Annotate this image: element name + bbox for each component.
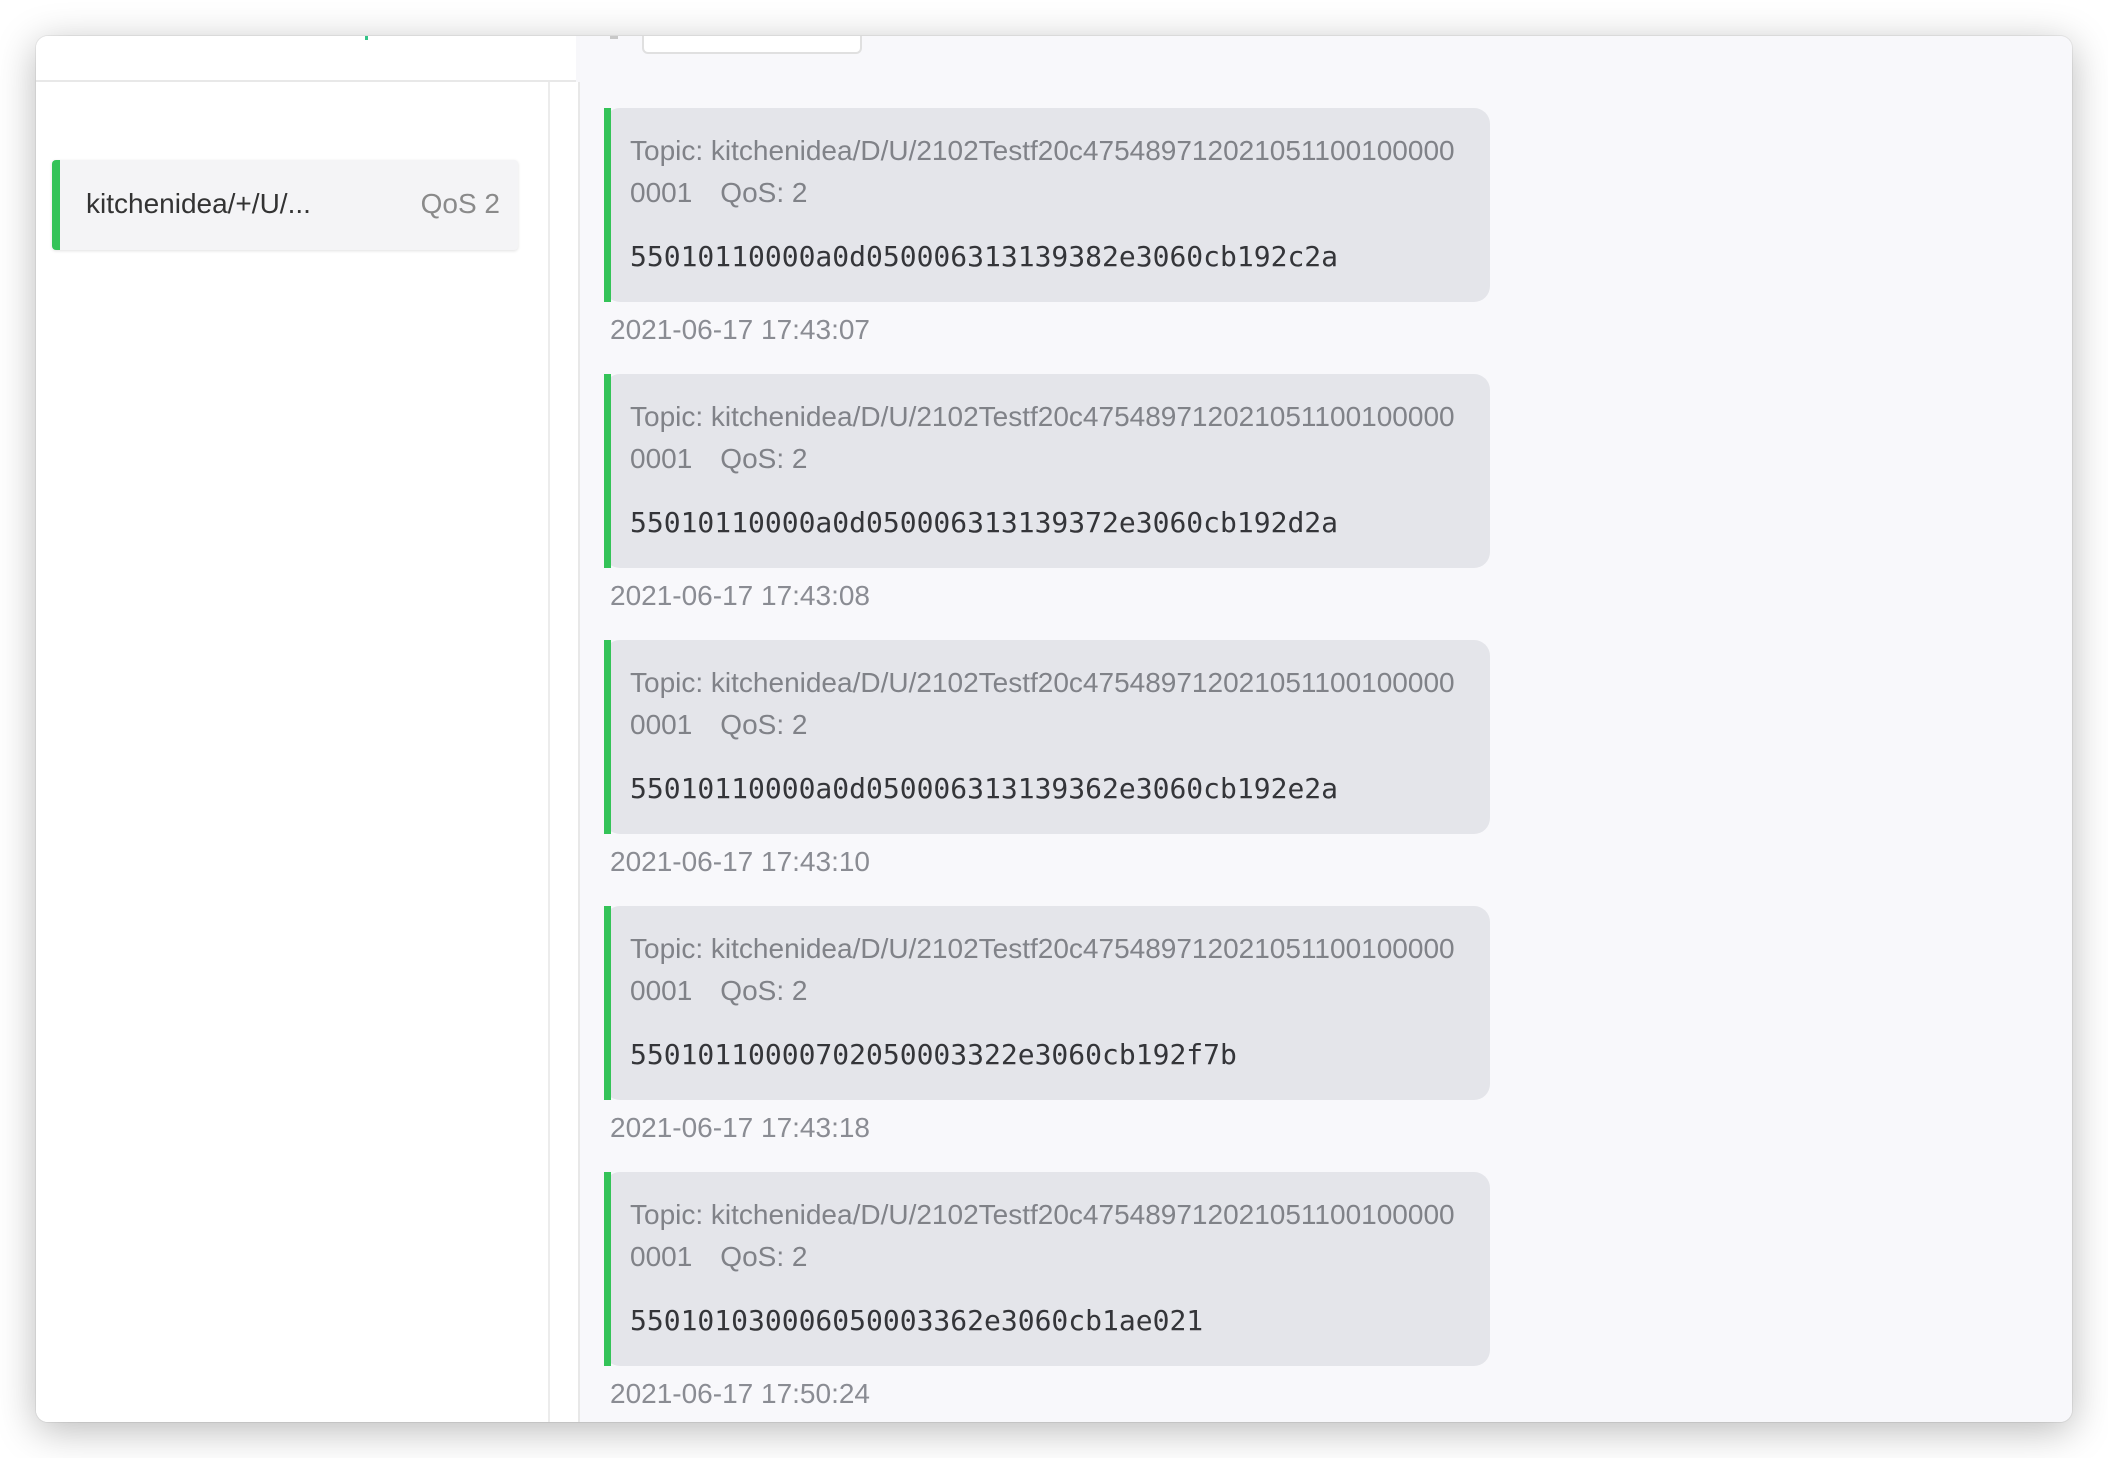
message-color-bar <box>604 108 611 302</box>
message-received: Topic: kitchenidea/D/U/2102Testf20c47548… <box>604 1172 1490 1414</box>
message-topic-text: Topic: kitchenidea/D/U/2102Testf20c47548… <box>630 933 1408 964</box>
message-topic: Topic: kitchenidea/D/U/2102Testf20c47548… <box>630 1194 1470 1278</box>
message-time: 2021-06-17 17:43:18 <box>610 1112 870 1143</box>
message-color-bar <box>604 374 611 568</box>
message-qos: QoS: 2 <box>720 975 808 1006</box>
messages-area: Topic: kitchenidea/D/U/2102Testf20c47548… <box>580 36 2072 1422</box>
filter-dot <box>610 36 618 39</box>
message-color-bar <box>604 1172 611 1366</box>
message-color-bar <box>604 906 611 1100</box>
message-payload: 55010110000a0d050006313139382e3060cb192c… <box>630 240 1339 273</box>
message-received: Topic: kitchenidea/D/U/2102Testf20c47548… <box>604 108 1490 350</box>
message-time: 2021-06-17 17:50:24 <box>610 1378 870 1409</box>
app-window: kitchenidea/+/U/... QoS 2 Topic: kitchen… <box>36 36 2072 1422</box>
filter-input[interactable] <box>642 36 862 54</box>
message-qos: QoS: 2 <box>720 177 808 208</box>
message-bubble[interactable]: Topic: kitchenidea/D/U/2102Testf20c47548… <box>604 640 1490 834</box>
message-qos: QoS: 2 <box>720 709 808 740</box>
message-bubble[interactable]: Topic: kitchenidea/D/U/2102Testf20c47548… <box>604 906 1490 1100</box>
message-received: Topic: kitchenidea/D/U/2102Testf20c47548… <box>604 374 1490 616</box>
message-time: 2021-06-17 17:43:07 <box>610 314 870 345</box>
message-topic-text: Topic: kitchenidea/D/U/2102Testf20c47548… <box>630 1199 1408 1230</box>
message-time: 2021-06-17 17:43:10 <box>610 846 870 877</box>
message-topic: Topic: kitchenidea/D/U/2102Testf20c47548… <box>630 396 1470 480</box>
message-topic: Topic: kitchenidea/D/U/2102Testf20c47548… <box>630 662 1470 746</box>
message-received: Topic: kitchenidea/D/U/2102Testf20c47548… <box>604 906 1490 1148</box>
message-bubble[interactable]: Topic: kitchenidea/D/U/2102Testf20c47548… <box>604 1172 1490 1366</box>
message-topic-text: Topic: kitchenidea/D/U/2102Testf20c47548… <box>630 667 1408 698</box>
tab-indicator-tick <box>365 36 368 40</box>
panel-divider[interactable] <box>548 82 580 1422</box>
message-qos: QoS: 2 <box>720 1241 808 1272</box>
message-payload: 55010110000702050003322e3060cb192f7b <box>630 1038 1237 1071</box>
message-bubble[interactable]: Topic: kitchenidea/D/U/2102Testf20c47548… <box>604 108 1490 302</box>
message-payload: 550101030006050003362e3060cb1ae021 <box>630 1304 1204 1337</box>
subscription-color-bar <box>52 160 60 250</box>
message-color-bar <box>604 640 611 834</box>
message-payload: 55010110000a0d050006313139362e3060cb192e… <box>630 772 1339 805</box>
message-topic: Topic: kitchenidea/D/U/2102Testf20c47548… <box>630 130 1470 214</box>
message-received: Topic: kitchenidea/D/U/2102Testf20c47548… <box>604 640 1490 882</box>
subscription-item[interactable]: kitchenidea/+/U/... QoS 2 <box>52 160 518 250</box>
subscription-qos: QoS 2 <box>420 188 500 219</box>
message-time: 2021-06-17 17:43:08 <box>610 580 870 611</box>
message-topic-text: Topic: kitchenidea/D/U/2102Testf20c47548… <box>630 135 1408 166</box>
message-qos: QoS: 2 <box>720 443 808 474</box>
subscription-topic: kitchenidea/+/U/... <box>86 188 311 219</box>
message-bubble[interactable]: Topic: kitchenidea/D/U/2102Testf20c47548… <box>604 374 1490 568</box>
message-topic: Topic: kitchenidea/D/U/2102Testf20c47548… <box>630 928 1470 1012</box>
subscriptions-list: kitchenidea/+/U/... QoS 2 <box>36 82 548 1422</box>
subscriptions-header <box>36 36 576 82</box>
message-payload: 55010110000a0d050006313139372e3060cb192d… <box>630 506 1339 539</box>
message-topic-text: Topic: kitchenidea/D/U/2102Testf20c47548… <box>630 401 1408 432</box>
